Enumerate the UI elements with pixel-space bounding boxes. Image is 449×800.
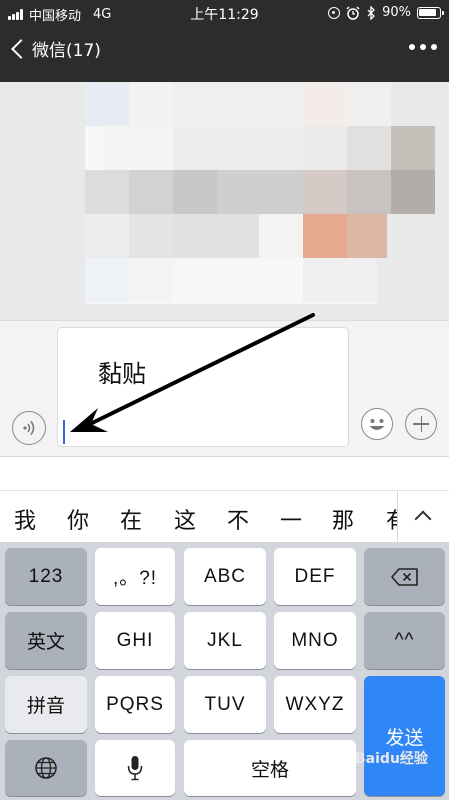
status-bar: 中国移动 4G 上午11:29 90% bbox=[0, 0, 449, 26]
chevron-up-icon bbox=[414, 510, 432, 528]
back-label: 微信(17) bbox=[32, 41, 101, 61]
back-button[interactable]: 微信(17) bbox=[8, 36, 101, 61]
header: 中国移动 4G 上午11:29 90% 微信(17) bbox=[0, 0, 449, 82]
candidate-bar: 我 你 在 这 不 一 那 有 bbox=[0, 490, 449, 542]
nav-bar: 微信(17) bbox=[0, 30, 449, 74]
globe-icon bbox=[35, 757, 57, 779]
orientation-lock-icon bbox=[328, 6, 341, 19]
alarm-icon bbox=[346, 5, 360, 20]
more-dot-icon bbox=[431, 44, 437, 50]
more-dot-icon bbox=[409, 44, 415, 50]
send-key[interactable]: 发送 bbox=[364, 676, 445, 796]
candidate-word[interactable]: 不 bbox=[227, 503, 249, 535]
text-caret bbox=[63, 420, 65, 444]
candidate-word[interactable]: 在 bbox=[120, 503, 142, 535]
key-wxyz[interactable]: WXYZ bbox=[274, 676, 356, 733]
smiley-icon bbox=[369, 419, 385, 430]
message-input[interactable]: 黏贴 bbox=[57, 327, 349, 447]
candidate-word[interactable]: 我 bbox=[14, 503, 36, 535]
key-ghi[interactable]: GHI bbox=[95, 612, 175, 669]
voice-icon bbox=[23, 421, 35, 435]
candidate-word[interactable]: 你 bbox=[67, 503, 89, 535]
microphone-icon bbox=[127, 756, 143, 781]
emoji-button[interactable] bbox=[361, 408, 393, 440]
key-emoticon[interactable]: ^^ bbox=[364, 612, 445, 669]
key-123[interactable]: 123 bbox=[5, 548, 87, 605]
key-punctuation[interactable]: ,。?! bbox=[95, 548, 175, 605]
globe-key[interactable] bbox=[5, 740, 87, 796]
candidate-word[interactable]: 那 bbox=[332, 503, 354, 535]
message-input-text: 黏贴 bbox=[98, 360, 146, 388]
bluetooth-icon bbox=[367, 5, 376, 20]
key-pqrs[interactable]: PQRS bbox=[95, 676, 175, 733]
microphone-key[interactable] bbox=[95, 740, 175, 796]
key-pinyin[interactable]: 拼音 bbox=[5, 676, 87, 733]
candidate-word[interactable]: 这 bbox=[174, 503, 196, 535]
back-chevron-icon bbox=[11, 38, 31, 59]
battery-icon bbox=[417, 6, 444, 19]
input-area: 黏贴 bbox=[0, 320, 449, 456]
backspace-icon bbox=[390, 567, 418, 586]
keyboard-top-spacer bbox=[0, 456, 449, 490]
key-def[interactable]: DEF bbox=[274, 548, 356, 605]
status-right: 90% bbox=[328, 5, 444, 20]
more-functions-button[interactable] bbox=[405, 408, 437, 440]
expand-candidates-button[interactable] bbox=[397, 491, 449, 542]
key-english[interactable]: 英文 bbox=[5, 612, 87, 669]
key-mno[interactable]: MNO bbox=[274, 612, 356, 669]
keyboard: 123 ,。?! ABC DEF 英文 GHI JKL MNO ^^ 拼音 PQ… bbox=[0, 542, 449, 800]
key-abc[interactable]: ABC bbox=[184, 548, 266, 605]
backspace-key[interactable] bbox=[364, 548, 445, 605]
more-dot-icon bbox=[420, 44, 426, 50]
space-key[interactable]: 空格 bbox=[184, 740, 356, 796]
battery-percent: 90% bbox=[382, 5, 411, 20]
candidate-word[interactable]: 一 bbox=[280, 503, 302, 535]
key-jkl[interactable]: JKL bbox=[184, 612, 266, 669]
key-tuv[interactable]: TUV bbox=[184, 676, 266, 733]
more-options-button[interactable] bbox=[409, 44, 437, 50]
chat-area bbox=[0, 82, 449, 320]
voice-input-button[interactable] bbox=[12, 411, 46, 445]
